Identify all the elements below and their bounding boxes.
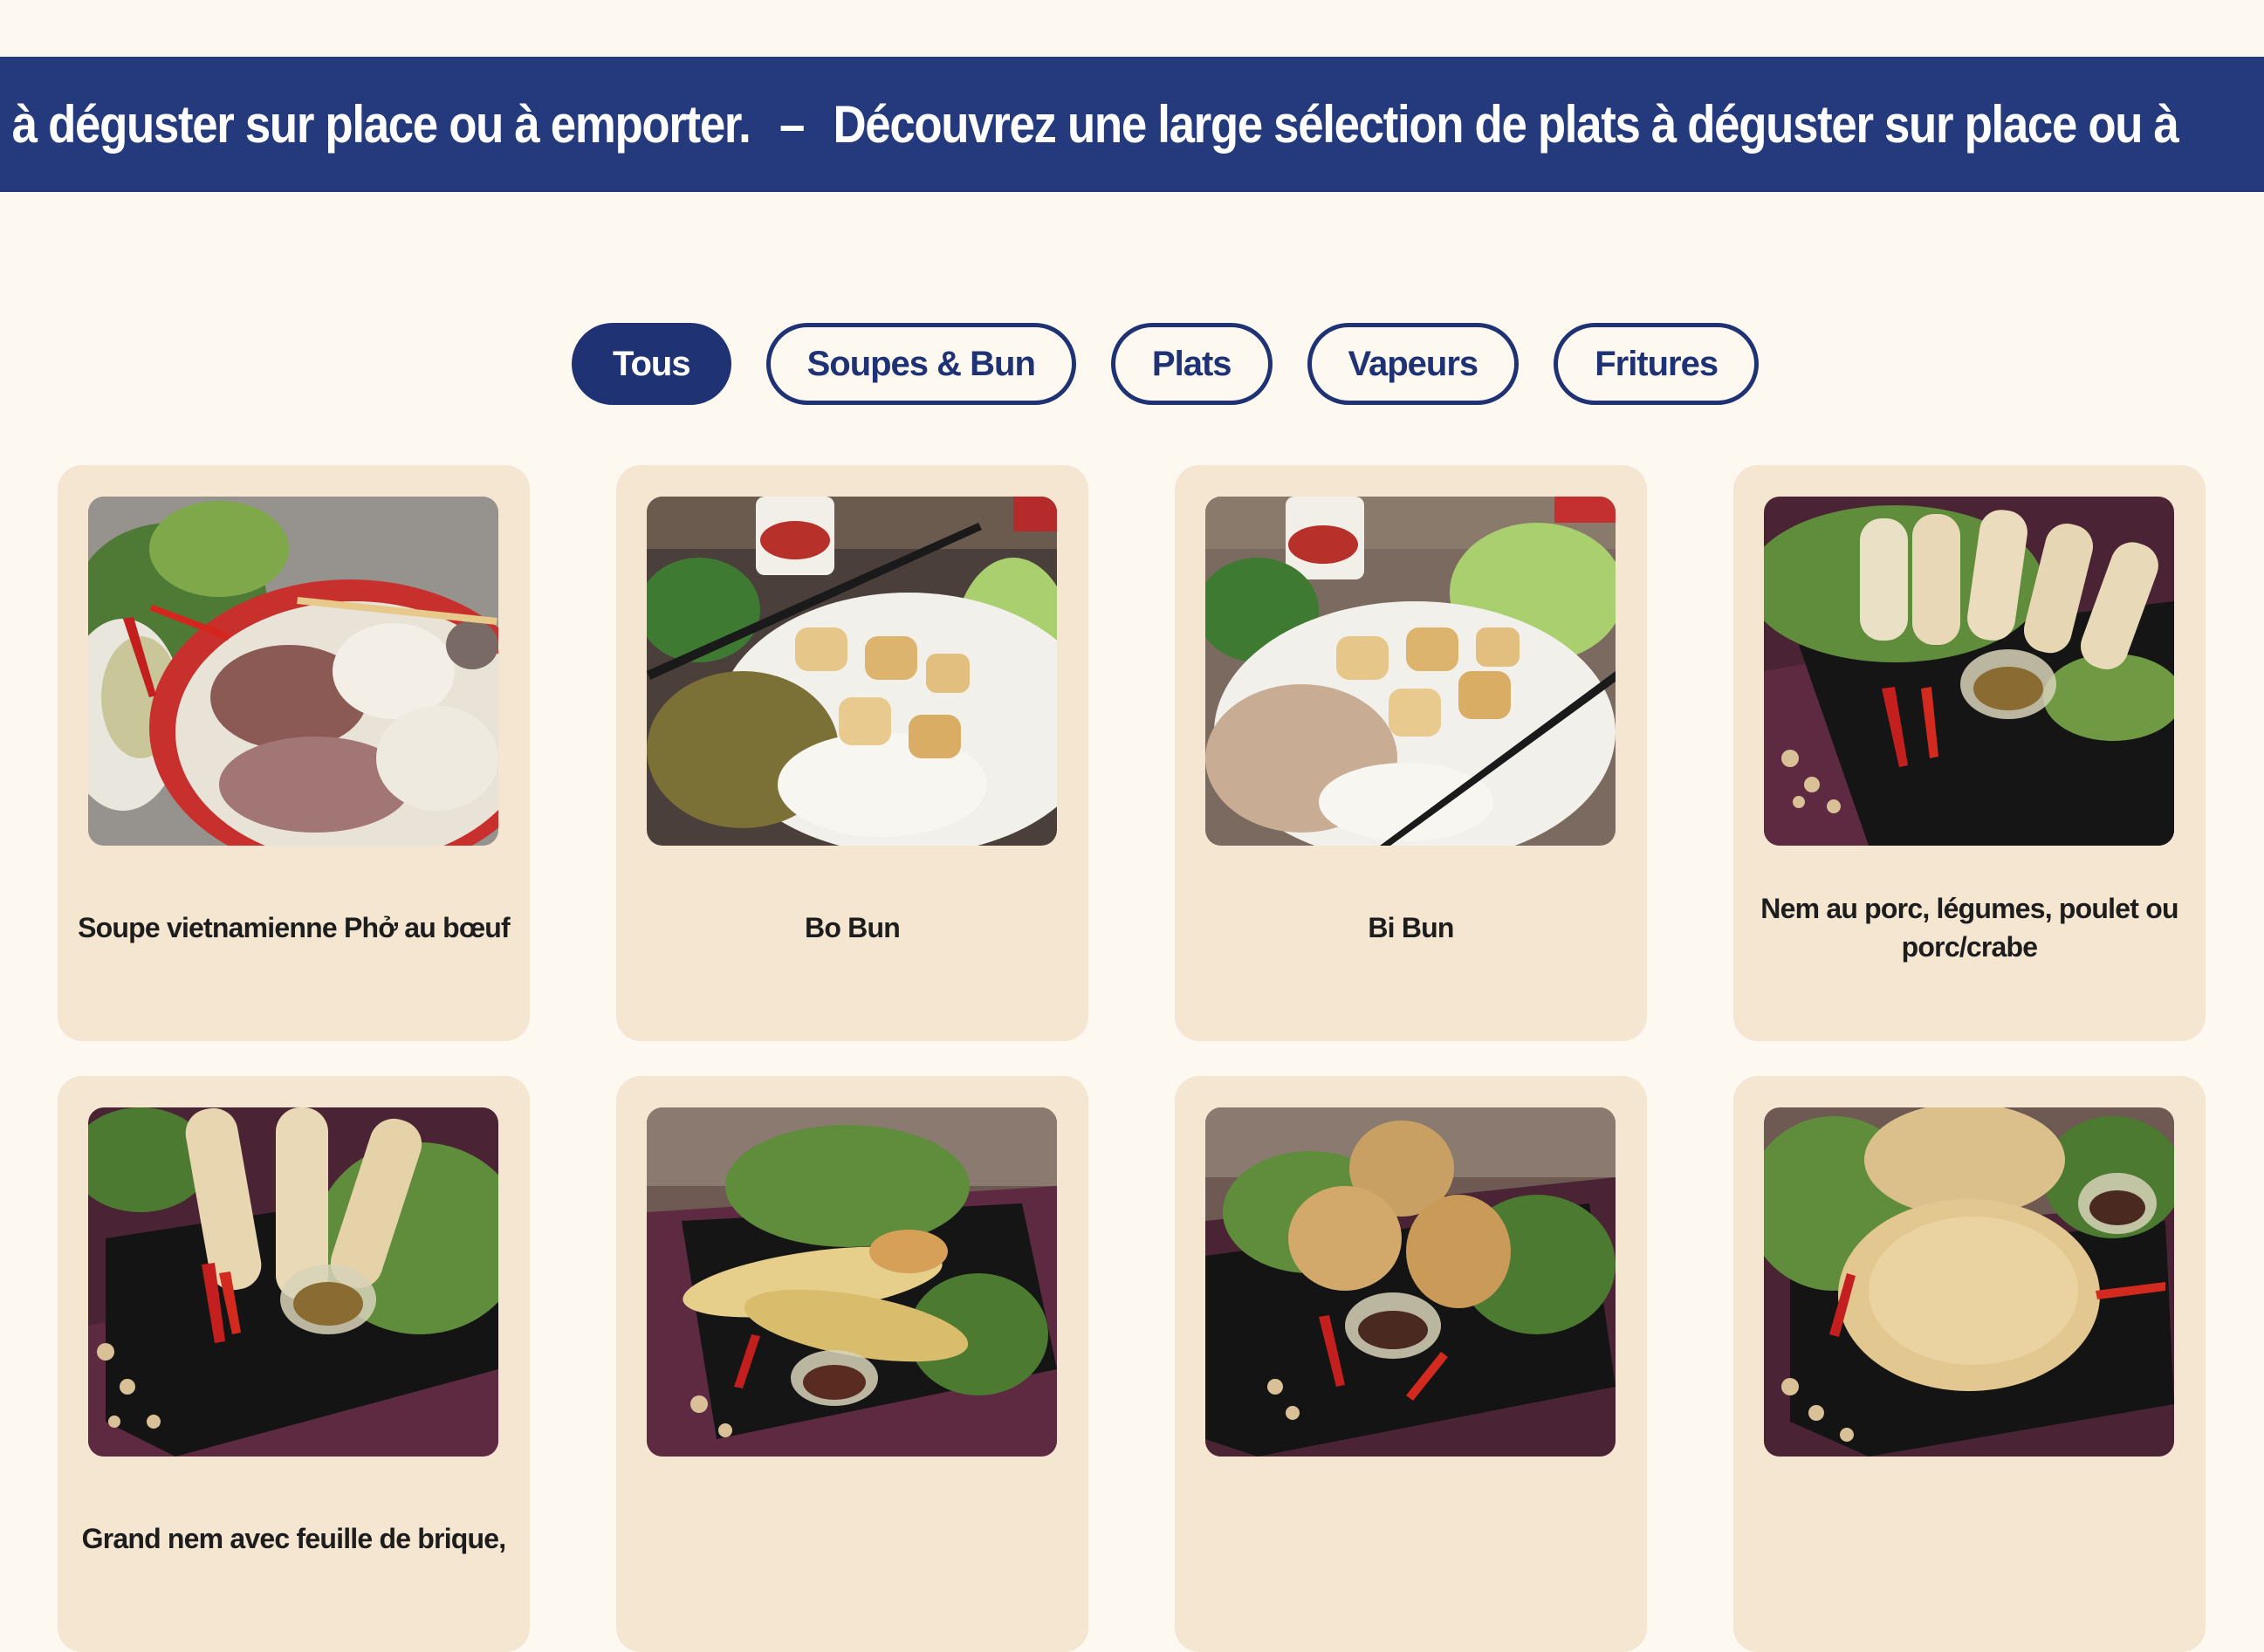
dish-title xyxy=(1192,1486,1629,1591)
filter-plats-button[interactable]: Plats xyxy=(1110,323,1273,405)
dish-card[interactable]: Bo Bun xyxy=(616,465,1088,1041)
dish-card[interactable]: Soupe vietnamienne Phở au bœuf xyxy=(58,465,530,1041)
dish-title: Nem au porc, légumes, poulet ou porc/cra… xyxy=(1760,893,2178,963)
dish-card[interactable]: Bi Bun xyxy=(1175,465,1647,1041)
filter-fritures-button[interactable]: Fritures xyxy=(1554,323,1760,405)
dish-card[interactable] xyxy=(616,1076,1088,1652)
bo-bun-photo xyxy=(647,497,1057,846)
dish-title: Soupe vietnamienne Phở au bœuf xyxy=(78,912,511,943)
promo-marquee-banner: ats à déguster sur place ou à emporter. … xyxy=(0,57,2264,192)
category-filter-bar: Tous Soupes & Bun Plats Vapeurs Fritures xyxy=(572,323,1760,405)
dish-title: Grand nem avec feuille de brique, xyxy=(81,1523,507,1554)
fried-pastry-photo xyxy=(1764,1107,2174,1457)
marquee-track: ats à déguster sur place ou à emporter. … xyxy=(0,57,2179,192)
filter-vapeurs-button[interactable]: Vapeurs xyxy=(1307,323,1520,405)
dish-title: Bi Bun xyxy=(1368,912,1454,943)
dish-title: Bo Bun xyxy=(805,912,901,943)
dish-card[interactable] xyxy=(1733,1076,2206,1652)
fried-shrimp-photo xyxy=(647,1107,1057,1457)
marquee-text-a: ats à déguster sur place ou à emporter. xyxy=(0,95,751,154)
dish-card[interactable]: Nem au porc, légumes, poulet ou porc/cra… xyxy=(1733,465,2206,1041)
grand-nem-photo xyxy=(88,1107,498,1457)
pho-soup-photo xyxy=(88,497,498,846)
marquee-separator: – xyxy=(779,95,805,154)
nem-photo xyxy=(1764,497,2174,846)
filter-soupes-bun-button[interactable]: Soupes & Bun xyxy=(765,323,1076,405)
filter-tous-button[interactable]: Tous xyxy=(572,323,731,405)
dish-card[interactable] xyxy=(1175,1076,1647,1652)
dish-title xyxy=(634,1486,1071,1591)
dish-card[interactable]: Grand nem avec feuille de brique, xyxy=(58,1076,530,1652)
marquee-text-b: Découvrez une large sélection de plats à… xyxy=(833,95,2178,154)
dish-grid: Soupe vietnamienne Phở au bœuf Bo Bun Bi… xyxy=(58,465,2206,1652)
dish-title xyxy=(1751,1486,2188,1591)
fried-dumplings-photo xyxy=(1205,1107,1616,1457)
bi-bun-photo xyxy=(1205,497,1616,846)
